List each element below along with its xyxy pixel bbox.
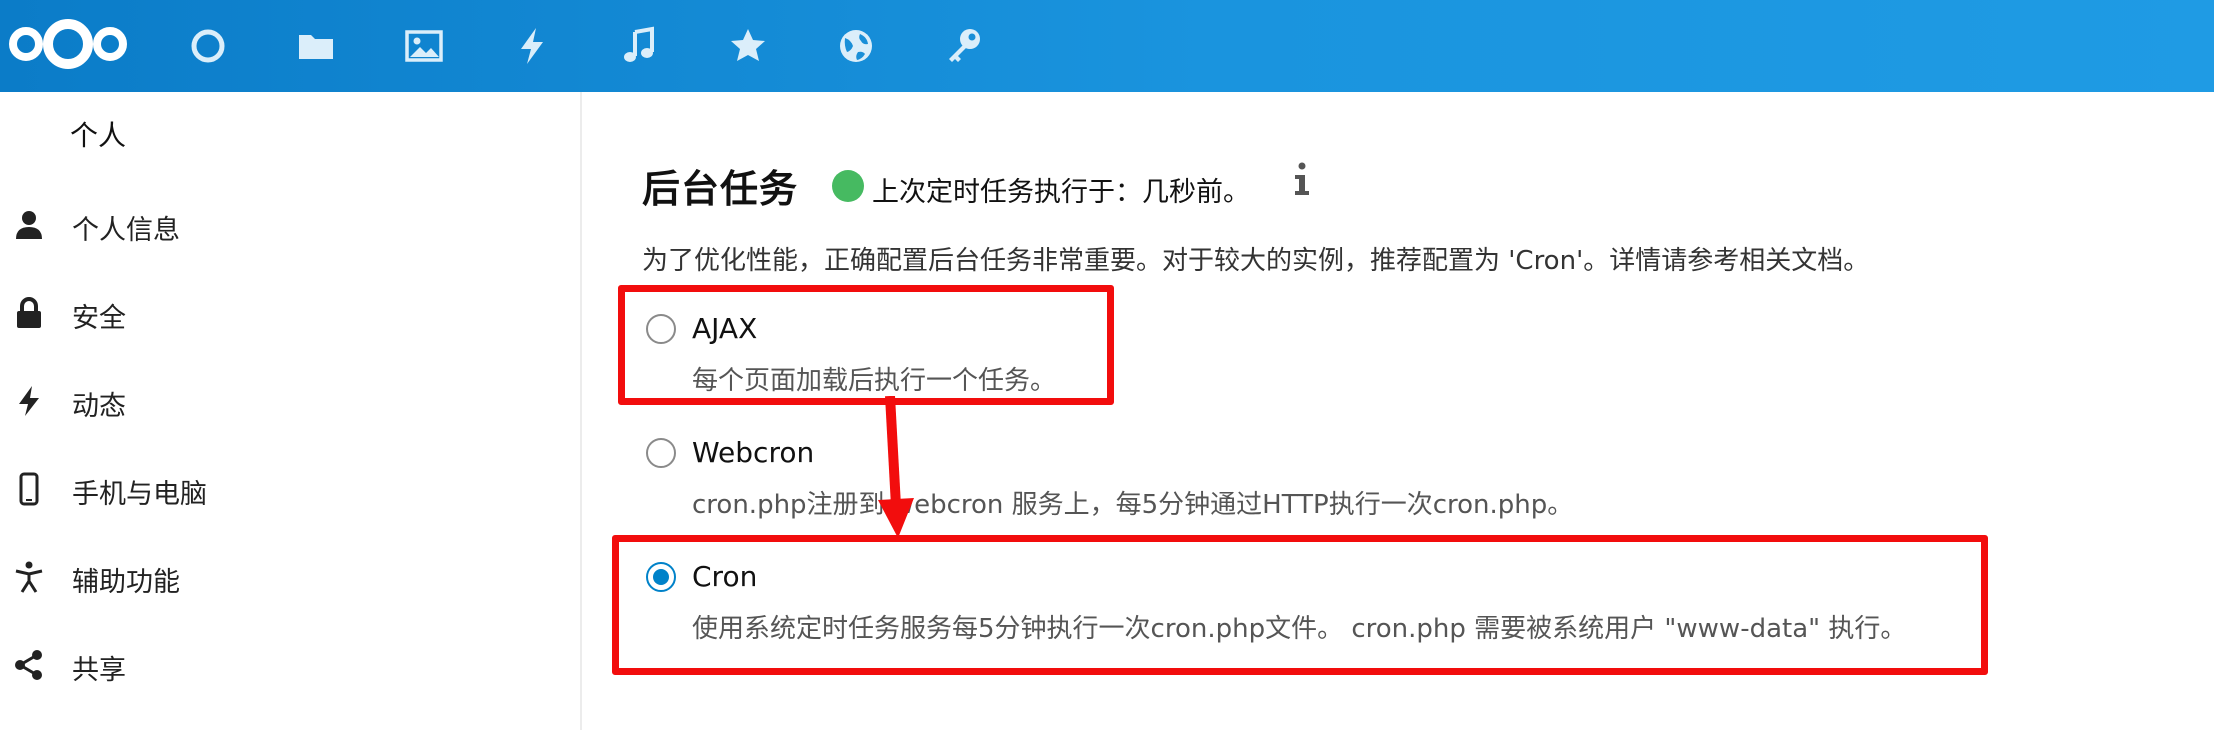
sidebar-item-label: 安全 (72, 303, 126, 334)
webcron-description: cron.php注册到 webcron 服务上，每5分钟通过HTTP执行一次cr… (692, 490, 1574, 520)
sidebar-item-personal-info[interactable]: 个人信息 (0, 190, 578, 260)
phone-icon (12, 472, 46, 506)
webcron-radio[interactable] (646, 438, 676, 468)
section-title: 后台任务 (642, 167, 799, 211)
dashboard-icon[interactable] (182, 20, 234, 72)
sidebar-item-label: 个人信息 (72, 215, 180, 246)
sidebar-item-devices[interactable]: 手机与电脑 (0, 454, 578, 524)
favorites-icon[interactable] (722, 20, 774, 72)
ajax-description: 每个页面加载后执行一个任务。 (692, 366, 1057, 396)
section-description: 为了优化性能，正确配置后台任务非常重要。对于较大的实例，推荐配置为 'Cron'… (642, 246, 1870, 276)
cron-label[interactable]: Cron (692, 560, 757, 593)
globe-icon[interactable] (830, 20, 882, 72)
photos-icon[interactable] (398, 20, 450, 72)
accessibility-icon (12, 560, 46, 594)
lock-icon (12, 296, 46, 330)
background-jobs-section: 后台任务 上次定时任务执行于：几秒前。 为了优化性能，正确配置后台任务非常重要。… (582, 92, 2214, 730)
sidebar-item-accessibility[interactable]: 辅助功能 (0, 542, 578, 612)
top-navigation-bar (0, 0, 2214, 92)
person-icon (12, 208, 46, 242)
passwords-icon[interactable] (938, 20, 990, 72)
sidebar-item-label: 手机与电脑 (72, 479, 207, 510)
settings-sidebar: 个人 个人信息 安全 动态 手机与电脑 辅助功能 共享 (0, 92, 582, 730)
ajax-label[interactable]: AJAX (692, 312, 757, 345)
nextcloud-logo[interactable] (4, 14, 132, 74)
last-cron-status: 上次定时任务执行于：几秒前。 (872, 177, 1250, 208)
sidebar-item-label: 共享 (72, 655, 126, 686)
sidebar-section-heading: 个人 (70, 119, 127, 152)
sidebar-item-label: 动态 (72, 391, 126, 422)
status-indicator (832, 170, 864, 202)
webcron-label[interactable]: Webcron (692, 436, 814, 469)
files-icon[interactable] (290, 20, 342, 72)
music-icon[interactable] (614, 20, 666, 72)
lightning-icon (12, 384, 46, 418)
activity-icon[interactable] (506, 20, 558, 72)
sidebar-item-security[interactable]: 安全 (0, 278, 578, 348)
cron-description: 使用系统定时任务服务每5分钟执行一次cron.php文件。 cron.php 需… (692, 614, 1907, 644)
sidebar-item-activity[interactable]: 动态 (0, 366, 578, 436)
sidebar-item-label: 辅助功能 (72, 567, 180, 598)
info-icon[interactable] (1282, 158, 1322, 202)
ajax-radio[interactable] (646, 314, 676, 344)
cron-radio[interactable] (646, 562, 676, 592)
share-icon (12, 648, 46, 682)
sidebar-item-sharing[interactable]: 共享 (0, 630, 578, 700)
